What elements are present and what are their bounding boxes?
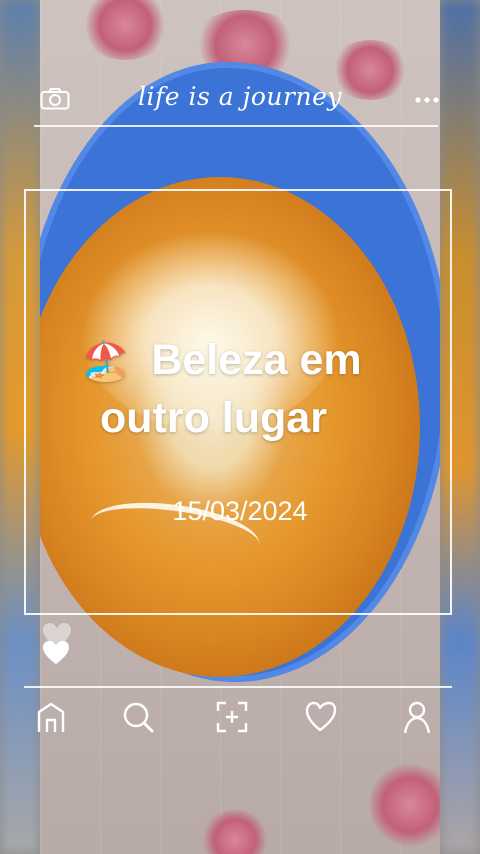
post-date: 15/03/2024: [172, 496, 308, 526]
heart-outline-icon[interactable]: [304, 700, 338, 734]
top-bar: life is a journey: [40, 70, 440, 126]
post-title: 🏖️ Beleza em outro lugar: [82, 332, 430, 446]
beach-umbrella-emoji: 🏖️: [82, 341, 130, 383]
add-post-icon[interactable]: [215, 700, 249, 734]
rose-pattern: [80, 0, 170, 60]
search-icon[interactable]: [121, 700, 155, 734]
more-dots-icon[interactable]: [414, 96, 440, 104]
post-title-text: Beleza em outro lugar: [100, 336, 362, 442]
heart-icon[interactable]: [42, 640, 70, 666]
rose-pattern: [370, 760, 440, 850]
home-icon[interactable]: [34, 700, 68, 734]
bottom-nav: [24, 694, 452, 744]
bottom-divider: [24, 686, 452, 688]
profile-icon[interactable]: [400, 700, 434, 734]
brand-title: life is a journey: [138, 82, 342, 111]
rose-pattern: [200, 810, 270, 854]
top-divider: [34, 125, 438, 127]
